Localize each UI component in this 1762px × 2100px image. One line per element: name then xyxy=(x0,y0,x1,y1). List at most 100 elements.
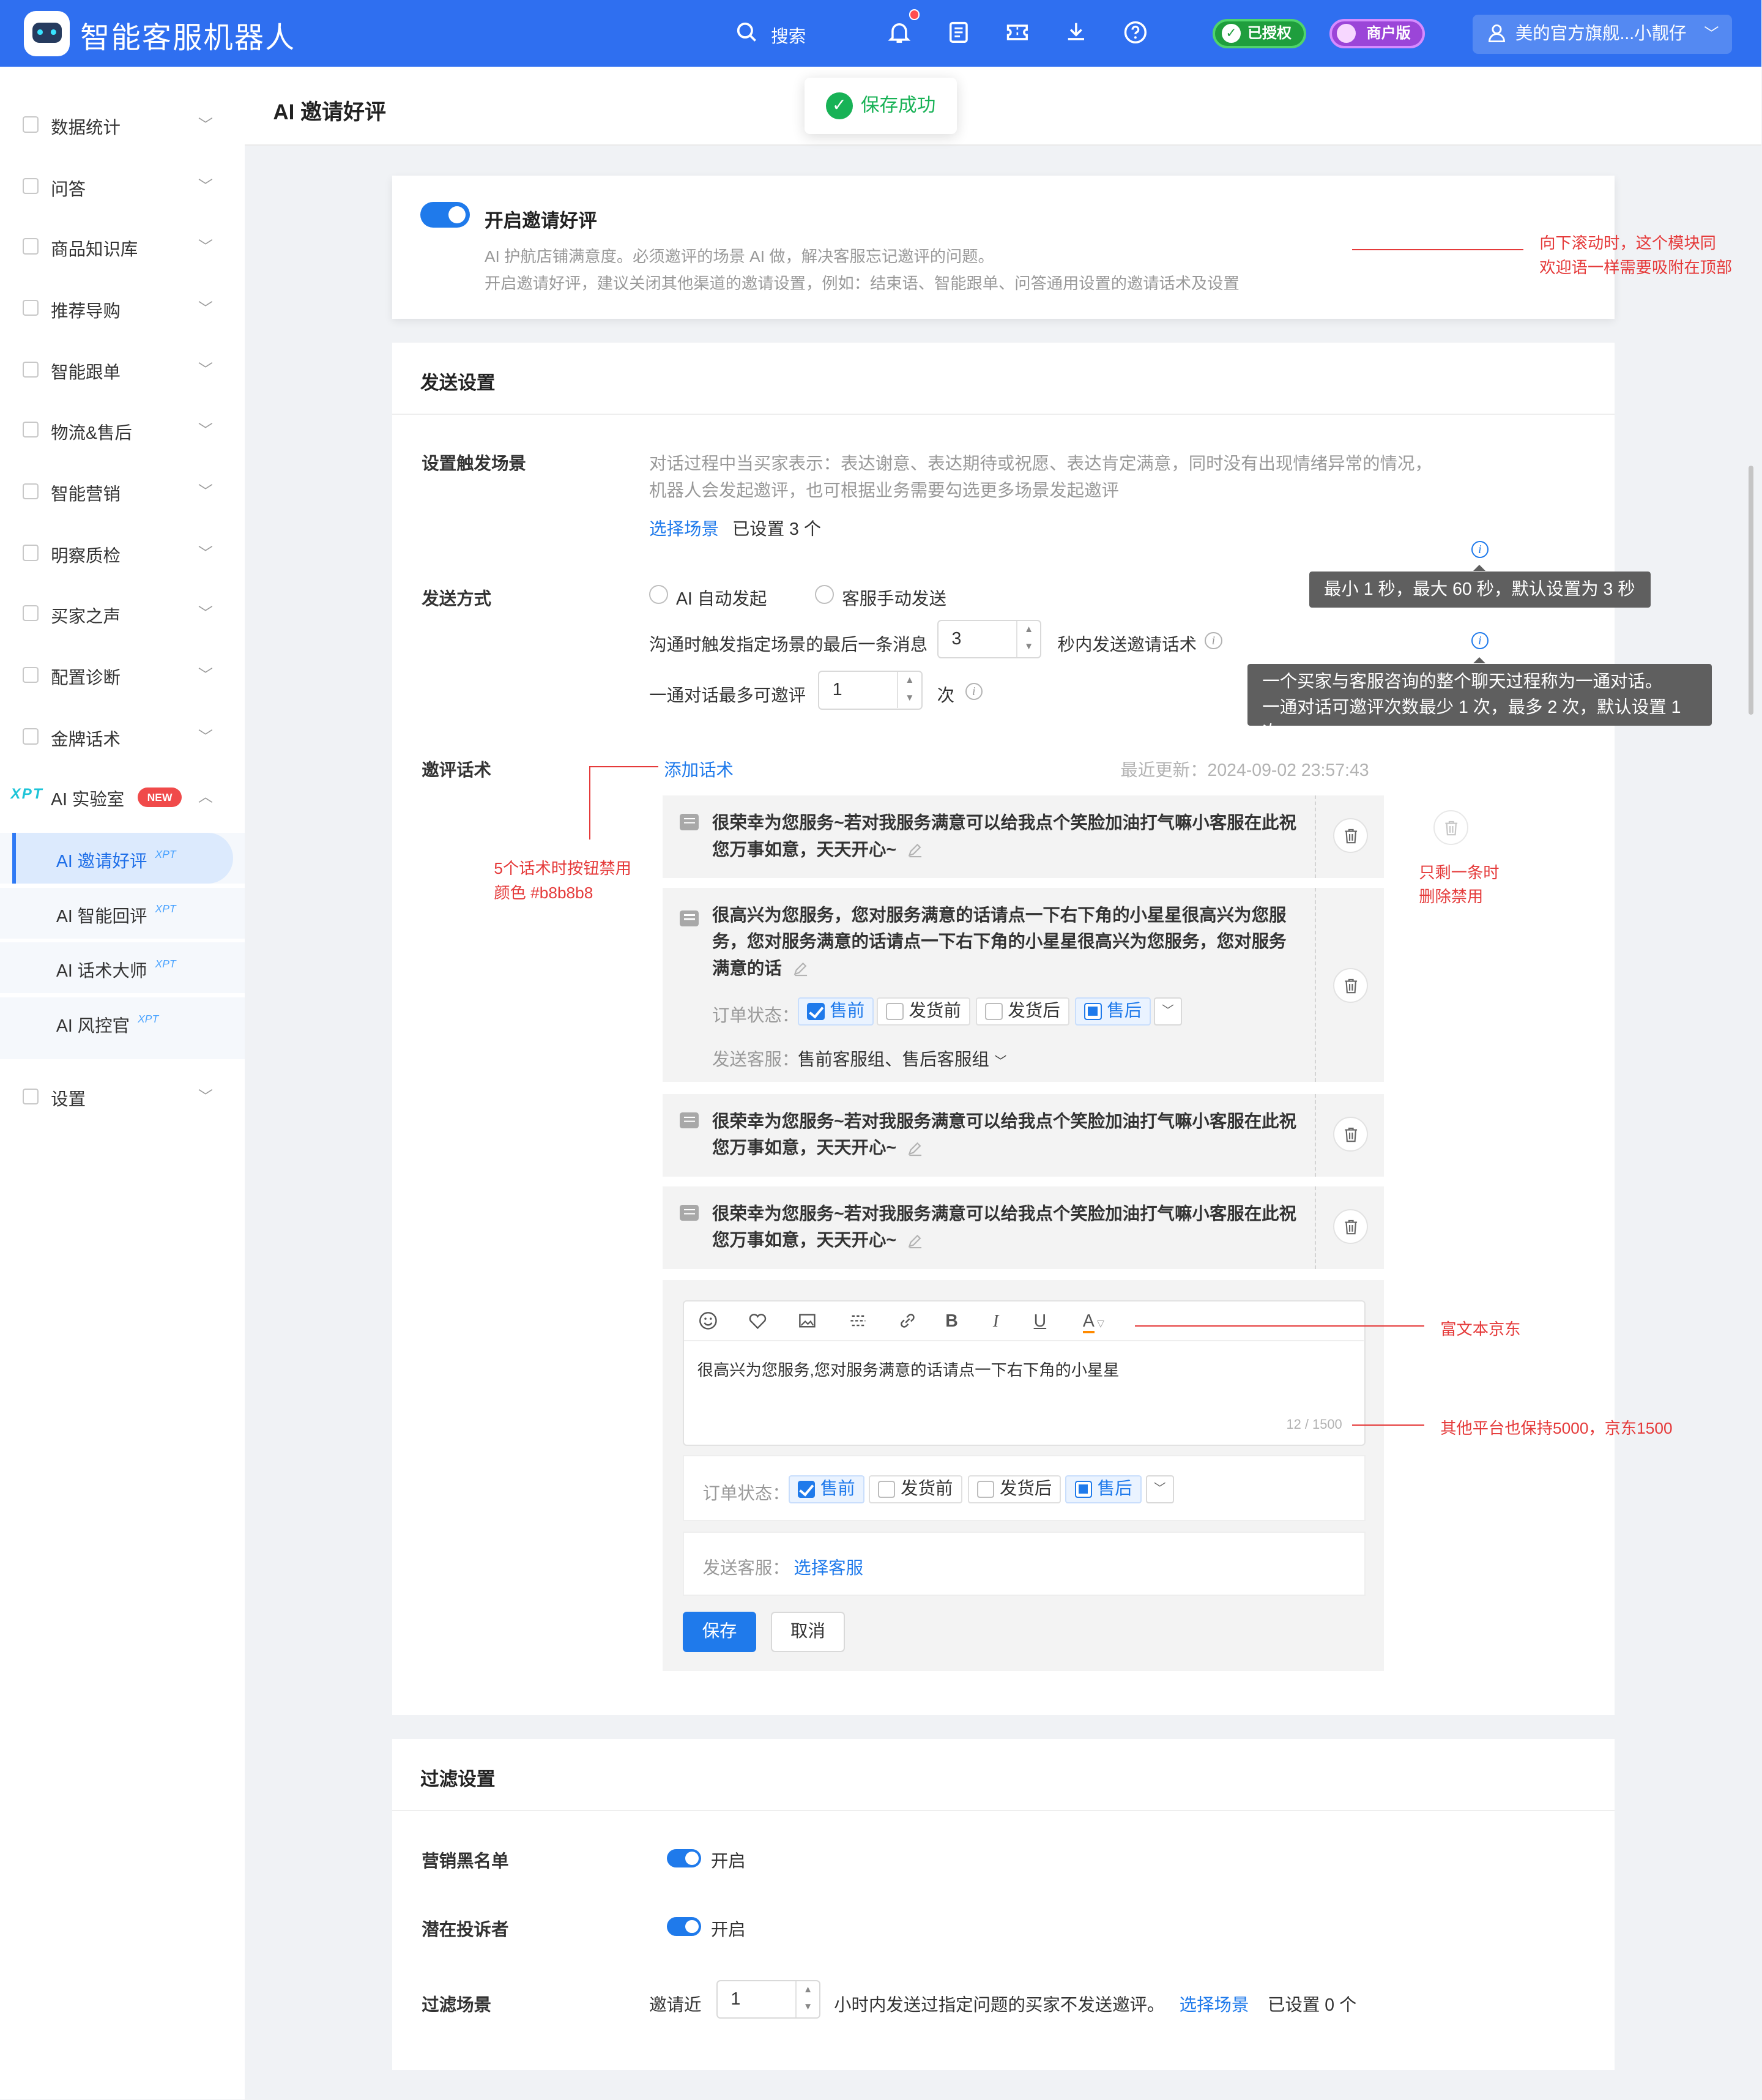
menu-icon xyxy=(23,422,39,438)
delay-stepper[interactable]: 3 ▲ ▼ xyxy=(937,620,1042,659)
checkbox-before-ship[interactable]: 发货前 xyxy=(877,997,970,1026)
enable-title: 开启邀请好评 xyxy=(485,210,597,231)
choose-scene-link[interactable]: 选择场景 xyxy=(649,515,719,540)
bold-icon[interactable]: B xyxy=(941,1311,962,1332)
checkbox-before-ship[interactable]: 发货前 xyxy=(868,1475,962,1503)
help-icon[interactable] xyxy=(1122,19,1149,46)
annotation-text: 其他平台也保持5000，京东1500 xyxy=(1440,1418,1673,1437)
annotation-line xyxy=(589,765,659,767)
image-icon[interactable] xyxy=(797,1311,818,1332)
info-icon[interactable]: i xyxy=(1471,631,1489,650)
stepper-arrows-icon[interactable]: ▲ ▼ xyxy=(795,1981,819,2018)
radio-label: AI 自动发起 xyxy=(675,589,767,609)
ticket-icon[interactable] xyxy=(1004,19,1031,46)
search-label: 搜索 xyxy=(771,27,806,47)
checkbox-after-ship[interactable]: 发货后 xyxy=(976,997,1069,1026)
chevron-up-icon: ︿ xyxy=(198,789,213,806)
delete-button[interactable] xyxy=(1333,1116,1369,1152)
document-icon[interactable] xyxy=(945,19,972,46)
checkbox-aftersale[interactable]: 售后 xyxy=(1074,997,1151,1026)
sidebar-subitem-risk-control[interactable]: AI 风控官 XPT xyxy=(0,997,245,1059)
annotation-text: 欢迎语一样需要吸附在顶部 xyxy=(1539,258,1733,277)
enable-toggle[interactable] xyxy=(420,202,470,228)
divider xyxy=(1314,1186,1316,1270)
sidebar-item-ai-lab[interactable]: XPT AI 实验室 NEW ︿ xyxy=(0,770,245,824)
download-icon[interactable] xyxy=(1063,19,1090,46)
emoji-icon[interactable] xyxy=(697,1311,719,1332)
checkbox-after-ship[interactable]: 发货后 xyxy=(967,1475,1061,1503)
sidebar-subitem-invite-review[interactable]: AI 邀请好评 XPT xyxy=(0,832,245,884)
scripts-label: 邀评话术 xyxy=(422,761,491,781)
delete-button[interactable] xyxy=(1333,1208,1369,1244)
xpt-tag: XPT xyxy=(155,847,176,860)
sidebar-subitem-smart-reply[interactable]: AI 智能回评 XPT xyxy=(0,887,245,939)
link-icon[interactable] xyxy=(897,1311,918,1332)
editor-content[interactable]: 很高兴为您服务,您对服务满意的话请点一下右下角的小星星 xyxy=(697,1357,1120,1380)
user-menu[interactable]: 美的官方旗舰...小靓仔 ﹀ xyxy=(1472,15,1733,54)
divider-icon[interactable] xyxy=(847,1311,869,1332)
hours-stepper[interactable]: 1 ▲ ▼ xyxy=(716,1980,821,2019)
checkbox-aftersale[interactable]: 售后 xyxy=(1065,1475,1142,1503)
filter-settings-card: 过滤设置 xyxy=(392,1739,1615,2070)
bell-icon[interactable] xyxy=(886,19,913,46)
radio-manual[interactable] xyxy=(815,585,835,604)
info-icon[interactable]: i xyxy=(1205,631,1222,650)
delete-button[interactable] xyxy=(1333,817,1369,853)
sidebar-item-followup[interactable]: 智能跟单 ﹀ xyxy=(0,343,245,397)
delay-suffix: 秒内发送邀请话术 xyxy=(1057,635,1197,655)
chevron-down-icon[interactable]: ﹀ xyxy=(1145,1475,1174,1503)
info-icon[interactable]: i xyxy=(965,682,983,701)
add-script-link[interactable]: 添加话术 xyxy=(664,756,734,781)
blacklist-toggle[interactable] xyxy=(666,1849,702,1868)
sidebar-item-logistics[interactable]: 物流&售后 ﹀ xyxy=(0,403,245,457)
sidebar-item-diagnosis[interactable]: 配置诊断 ﹀ xyxy=(0,648,245,702)
rich-text-editor[interactable]: B I U A ▽ 很高兴为您服务,您对服务满意的话请点一下右下角的小星星 12… xyxy=(682,1300,1366,1447)
edit-icon[interactable] xyxy=(907,842,923,858)
annotation-text: 只剩一条时 xyxy=(1419,863,1500,882)
sidebar-item-data-stats[interactable]: 数据统计 ﹀ xyxy=(0,98,245,152)
trash-icon xyxy=(1345,978,1358,994)
edit-icon[interactable] xyxy=(907,1141,923,1156)
sidebar-item-buyer-voice[interactable]: 买家之声 ﹀ xyxy=(0,586,245,640)
radio-ai-auto[interactable] xyxy=(649,585,668,604)
sidebar-item-label: 明察质检 xyxy=(51,546,121,567)
edit-icon[interactable] xyxy=(792,961,808,977)
check-circle-icon: ✓ xyxy=(825,92,853,119)
sidebar-item-label: 商品知识库 xyxy=(51,240,138,260)
max-invite-stepper[interactable]: 1 ▲ ▼ xyxy=(817,671,923,710)
sidebar-item-settings[interactable]: 设置 ﹀ xyxy=(0,1070,245,1123)
scrollbar[interactable] xyxy=(1748,466,1754,715)
checkbox-presale[interactable]: 售前 xyxy=(788,1475,864,1503)
delete-button[interactable] xyxy=(1333,967,1369,1003)
sidebar-item-quality[interactable]: 明察质检 ﹀ xyxy=(0,526,245,580)
char-counter: 12 / 1500 xyxy=(1286,1416,1342,1432)
choose-agent-link[interactable]: 选择客服 xyxy=(794,1554,863,1579)
font-color-icon[interactable]: A ▽ xyxy=(1075,1311,1112,1333)
sidebar-item-recommend[interactable]: 推荐导购 ﹀ xyxy=(0,281,245,335)
sidebar-item-marketing[interactable]: 智能营销 ﹀ xyxy=(0,464,245,518)
heart-icon[interactable] xyxy=(747,1311,768,1332)
sidebar-subitem-script-master[interactable]: AI 话术大师 XPT xyxy=(0,942,245,994)
sidebar-item-label: 设置 xyxy=(51,1090,86,1110)
annotation-line xyxy=(589,765,590,840)
choose-scene-link[interactable]: 选择场景 xyxy=(1180,1991,1249,2016)
stepper-arrows-icon[interactable]: ▲ ▼ xyxy=(897,672,921,709)
italic-icon[interactable]: I xyxy=(985,1311,1006,1332)
checkbox-label: 售后 xyxy=(1097,1478,1132,1499)
underline-icon[interactable]: U xyxy=(1029,1311,1050,1332)
sidebar-item-qa[interactable]: 问答 ﹀ xyxy=(0,159,245,213)
complainer-toggle[interactable] xyxy=(666,1917,702,1936)
edit-icon[interactable] xyxy=(907,1233,923,1249)
checkbox-presale[interactable]: 售前 xyxy=(798,997,874,1026)
tooltip-text: 一个买家与客服咨询的整个聊天过程称为一通对话。 xyxy=(1262,671,1663,691)
save-button[interactable]: 保存 xyxy=(682,1612,757,1652)
filter-scene-prefix: 邀请近 xyxy=(649,1995,702,2015)
editor-toolbar: B I U A ▽ xyxy=(683,1301,1364,1342)
chevron-down-icon[interactable]: ﹀ xyxy=(1154,997,1182,1026)
sidebar-item-product-kb[interactable]: 商品知识库 ﹀ xyxy=(0,220,245,274)
stepper-arrows-icon[interactable]: ▲ ▼ xyxy=(1016,621,1040,658)
annotation-text: 颜色 #b8b8b8 xyxy=(494,883,593,902)
sidebar-item-gold-scripts[interactable]: 金牌话术 ﹀ xyxy=(0,710,245,764)
cancel-button[interactable]: 取消 xyxy=(771,1612,845,1652)
send-agent-dropdown[interactable]: 售前客服组、售后客服组 ﹀ xyxy=(798,1046,1006,1071)
